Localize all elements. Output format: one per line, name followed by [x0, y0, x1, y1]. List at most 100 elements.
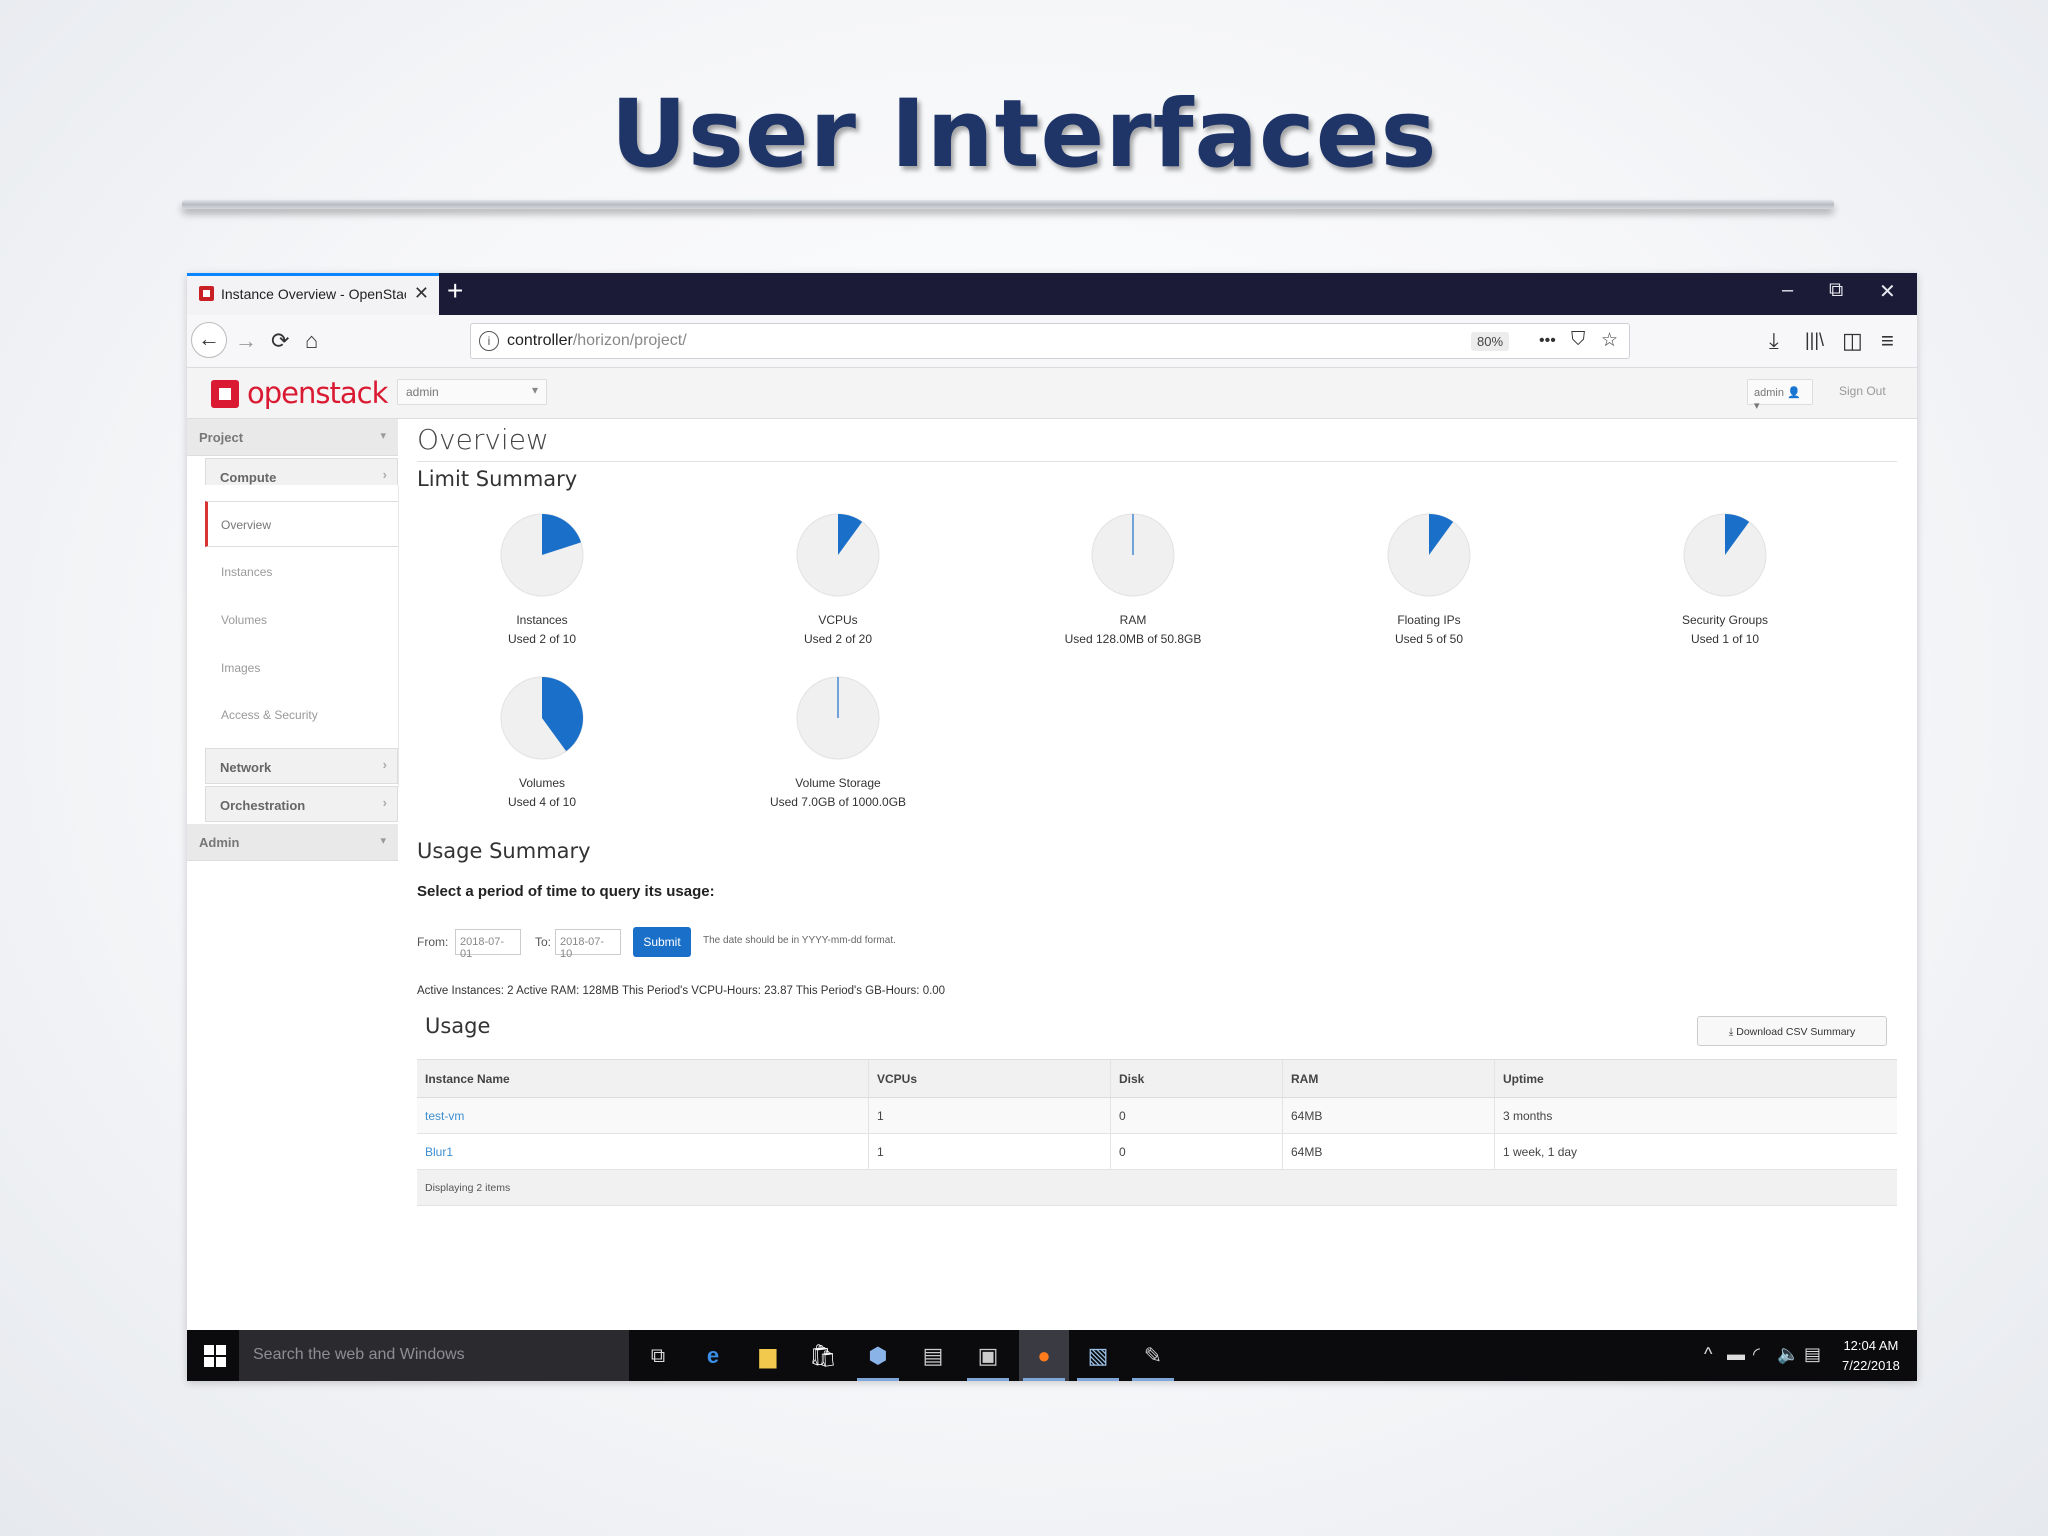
- main-content: Overview Limit Summary Instances Used 2 o…: [417, 419, 1897, 1289]
- page-title: Overview: [417, 423, 549, 456]
- to-date-input[interactable]: 2018-07-10: [555, 929, 621, 960]
- pie-label: Volumes Used 4 of 10: [457, 774, 627, 812]
- sidebar-toggle-icon[interactable]: ◫: [1842, 328, 1863, 354]
- instance-name-cell: test-vm: [417, 1097, 869, 1134]
- pie-title: Floating IPs: [1397, 613, 1461, 627]
- bookmark-star-icon[interactable]: ☆: [1601, 329, 1618, 352]
- from-date-input[interactable]: 2018-07-01: [455, 929, 521, 960]
- sidebar-admin[interactable]: Admin: [187, 824, 398, 861]
- browser-tab[interactable]: Instance Overview - OpenStack ✕: [187, 273, 439, 315]
- tools-app-icon[interactable]: ✎: [1132, 1341, 1174, 1381]
- pie-title: RAM: [1119, 613, 1147, 627]
- notes-app-icon[interactable]: ▧: [1077, 1341, 1119, 1381]
- limit-pie-chart: RAM Used 128.0MB of 50.8GB: [1048, 511, 1218, 649]
- table-footer-row: Displaying 2 items: [417, 1169, 1897, 1206]
- taskbar-search-box[interactable]: Search the web and Windows: [239, 1330, 629, 1381]
- pie-svg: [500, 513, 584, 597]
- sidebar-item-overview[interactable]: Overview: [205, 501, 398, 547]
- pie-title: Security Groups: [1681, 613, 1769, 627]
- url-text: controller/horizon/project/: [507, 332, 687, 349]
- terminal-icon[interactable]: ▣: [967, 1341, 1009, 1381]
- sidebar-item-volumes[interactable]: Volumes: [205, 597, 398, 643]
- windows-start-icon[interactable]: [204, 1345, 226, 1367]
- library-icon[interactable]: |||\: [1805, 330, 1824, 351]
- tray-chevron-icon[interactable]: ^: [1704, 1344, 1712, 1365]
- sign-out-link[interactable]: Sign Out: [1839, 384, 1886, 398]
- pocket-icon[interactable]: ⛉: [1571, 329, 1585, 351]
- tab-close-icon[interactable]: ✕: [414, 283, 429, 304]
- pie-usage-text: Used 2 of 10: [507, 632, 577, 646]
- instance-name-cell: Blur1: [417, 1133, 869, 1170]
- volume-icon[interactable]: 🔈: [1777, 1344, 1799, 1365]
- menu-icon[interactable]: ≡: [1881, 328, 1894, 354]
- window-app-icon[interactable]: ▤: [918, 1341, 948, 1371]
- screenshot-window: Instance Overview - OpenStack ✕ + – ⧉ ✕ …: [187, 273, 1917, 1381]
- instance-link[interactable]: Blur1: [425, 1145, 453, 1159]
- column-header[interactable]: Disk: [1110, 1059, 1283, 1098]
- pie-title: Volumes: [518, 776, 566, 790]
- openstack-logo-text: openstack: [247, 376, 388, 410]
- sidebar-network[interactable]: Network: [205, 748, 398, 784]
- pie-label: Instances Used 2 of 10: [457, 611, 627, 649]
- project-dropdown[interactable]: admin: [397, 379, 547, 405]
- downloads-icon[interactable]: ⤓: [1769, 328, 1779, 354]
- sidebar-project[interactable]: Project: [187, 419, 398, 456]
- task-view-icon[interactable]: ⧉: [643, 1341, 673, 1371]
- pie-usage-text: Used 7.0GB of 1000.0GB: [769, 795, 907, 809]
- from-label: From:: [417, 935, 449, 949]
- zoom-level[interactable]: 80%: [1471, 332, 1510, 351]
- wifi-icon[interactable]: ◜: [1753, 1344, 1760, 1365]
- pie-label: Floating IPs Used 5 of 50: [1344, 611, 1514, 649]
- search-placeholder: Search the web and Windows: [253, 1346, 465, 1363]
- url-bar[interactable]: i controller/horizon/project/ 80% ••• ⛉ …: [470, 323, 1630, 359]
- pie-label: RAM Used 128.0MB of 50.8GB: [1048, 611, 1218, 649]
- limit-pie-chart: Instances Used 2 of 10: [457, 511, 627, 649]
- taskbar-clock[interactable]: 12:04 AM 7/22/2018: [1842, 1336, 1900, 1376]
- usage-table: Instance Name VCPUs Disk RAM Uptime test…: [417, 1059, 1897, 1206]
- table-row: Blur1 1 0 64MB 1 week, 1 day: [417, 1133, 1897, 1170]
- virtualbox-icon[interactable]: ⬢: [857, 1341, 899, 1381]
- pie-label: VCPUs Used 2 of 20: [753, 611, 923, 649]
- pie-title: VCPUs: [818, 613, 858, 627]
- battery-icon[interactable]: ▬: [1727, 1344, 1745, 1365]
- submit-button[interactable]: Submit: [633, 927, 691, 957]
- table-cell: 1 week, 1 day: [1494, 1133, 1897, 1170]
- window-close-button[interactable]: ✕: [1879, 279, 1896, 304]
- title-divider: [182, 200, 1834, 209]
- sidebar-item-instances[interactable]: Instances: [205, 549, 398, 595]
- store-icon[interactable]: 🛍: [808, 1341, 838, 1371]
- user-dropdown[interactable]: admin 👤▾: [1747, 379, 1813, 412]
- sidebar-item-access-security[interactable]: Access & Security: [205, 692, 398, 738]
- column-header[interactable]: Uptime: [1494, 1059, 1897, 1098]
- pie-usage-text: Used 4 of 10: [507, 795, 577, 809]
- limit-pie-chart: Volumes Used 4 of 10: [457, 674, 627, 812]
- restore-button[interactable]: ⧉: [1829, 279, 1843, 302]
- file-explorer-icon[interactable]: ▆: [753, 1341, 783, 1371]
- site-info-icon[interactable]: i: [479, 331, 499, 351]
- firefox-icon[interactable]: ●: [1023, 1341, 1065, 1381]
- download-csv-button[interactable]: ⤓ Download CSV Summary: [1697, 1016, 1887, 1046]
- query-prompt: Select a period of time to query its usa…: [417, 883, 715, 900]
- column-header[interactable]: Instance Name: [417, 1059, 869, 1098]
- title-divider-line: [417, 461, 1897, 462]
- pie-svg: [1091, 513, 1175, 597]
- table-cell: 1: [868, 1097, 1111, 1134]
- edge-browser-icon[interactable]: e: [698, 1341, 728, 1371]
- column-header[interactable]: RAM: [1282, 1059, 1495, 1098]
- table-header-row: Instance Name VCPUs Disk RAM Uptime: [417, 1059, 1897, 1098]
- windows-taskbar: Search the web and Windows ⧉ e ▆ 🛍 ⬢ ▤ ▣…: [187, 1330, 1917, 1381]
- home-icon[interactable]: ⌂: [305, 328, 318, 354]
- table-cell: 3 months: [1494, 1097, 1897, 1134]
- back-arrow-icon[interactable]: ←: [191, 322, 227, 358]
- sidebar-compute-items: Overview Instances Volumes Images Access…: [205, 485, 399, 787]
- reload-icon[interactable]: ⟳: [271, 328, 289, 354]
- forward-arrow-icon[interactable]: →: [235, 328, 257, 354]
- new-tab-button[interactable]: +: [447, 275, 463, 307]
- instance-link[interactable]: test-vm: [425, 1109, 464, 1123]
- column-header[interactable]: VCPUs: [868, 1059, 1111, 1098]
- sidebar-item-images[interactable]: Images: [205, 645, 398, 691]
- page-actions-icon[interactable]: •••: [1539, 332, 1556, 350]
- minimize-button[interactable]: –: [1782, 279, 1793, 302]
- notifications-icon[interactable]: ▤: [1804, 1344, 1821, 1365]
- sidebar-orchestration[interactable]: Orchestration: [205, 786, 398, 822]
